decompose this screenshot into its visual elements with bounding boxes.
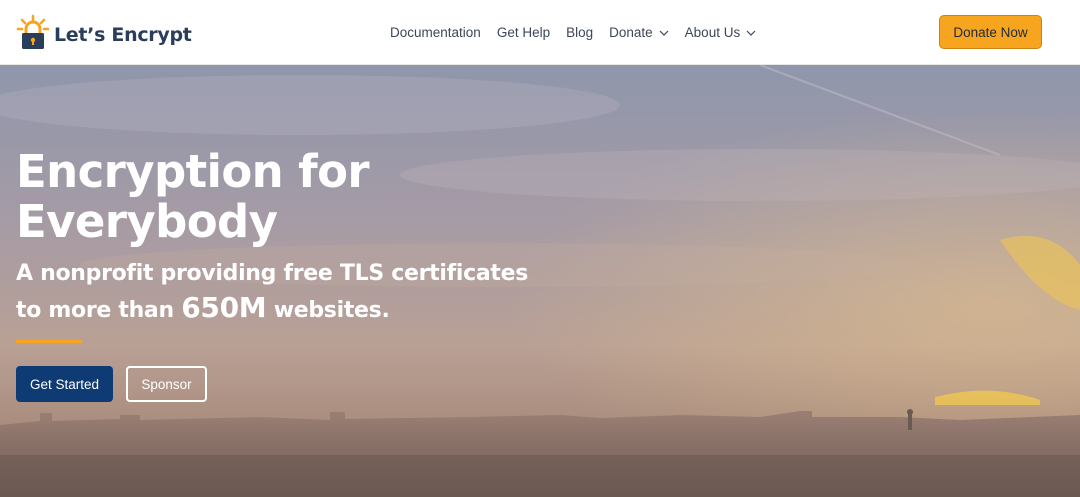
hero-title: Encryption for Everybody: [16, 145, 370, 248]
nav-item-documentation[interactable]: Documentation: [390, 25, 481, 40]
nav-item-label: About Us: [684, 25, 741, 40]
brand-name: Let’s Encrypt: [54, 24, 192, 46]
chevron-down-icon: [746, 30, 756, 36]
main-nav: Documentation Get Help Blog Donate About…: [390, 0, 772, 65]
nav-item-label: Get Help: [496, 25, 551, 40]
nav-item-about-us[interactable]: About Us: [685, 25, 757, 40]
hero-subtitle: A nonprofit providing free TLS certifica…: [16, 257, 536, 328]
nav-item-get-help[interactable]: Get Help: [497, 25, 550, 40]
nav-item-label: Documentation: [390, 25, 481, 40]
hero-subtitle-end: websites.: [273, 298, 390, 323]
chevron-down-icon: [659, 30, 669, 36]
site-logo[interactable]: Let’s Encrypt: [16, 8, 192, 56]
nav-item-donate[interactable]: Donate: [609, 25, 669, 40]
nav-item-label: Blog: [566, 25, 594, 40]
hero-stat-number: 650M: [181, 291, 267, 324]
site-header: Let’s Encrypt Documentation Get Help Blo…: [0, 0, 1080, 65]
hero-section: Encryption for Everybody A nonprofit pro…: [0, 65, 1080, 497]
accent-divider: [16, 340, 82, 343]
padlock-sun-icon: [16, 14, 50, 49]
hero-subtitle-text: A nonprofit providing free TLS certifica…: [16, 261, 529, 323]
sponsor-button[interactable]: Sponsor: [126, 366, 207, 402]
donate-now-button[interactable]: Donate Now: [939, 15, 1042, 49]
get-started-button[interactable]: Get Started: [16, 366, 113, 402]
nav-item-label: Donate: [609, 25, 653, 40]
nav-item-blog[interactable]: Blog: [566, 25, 593, 40]
